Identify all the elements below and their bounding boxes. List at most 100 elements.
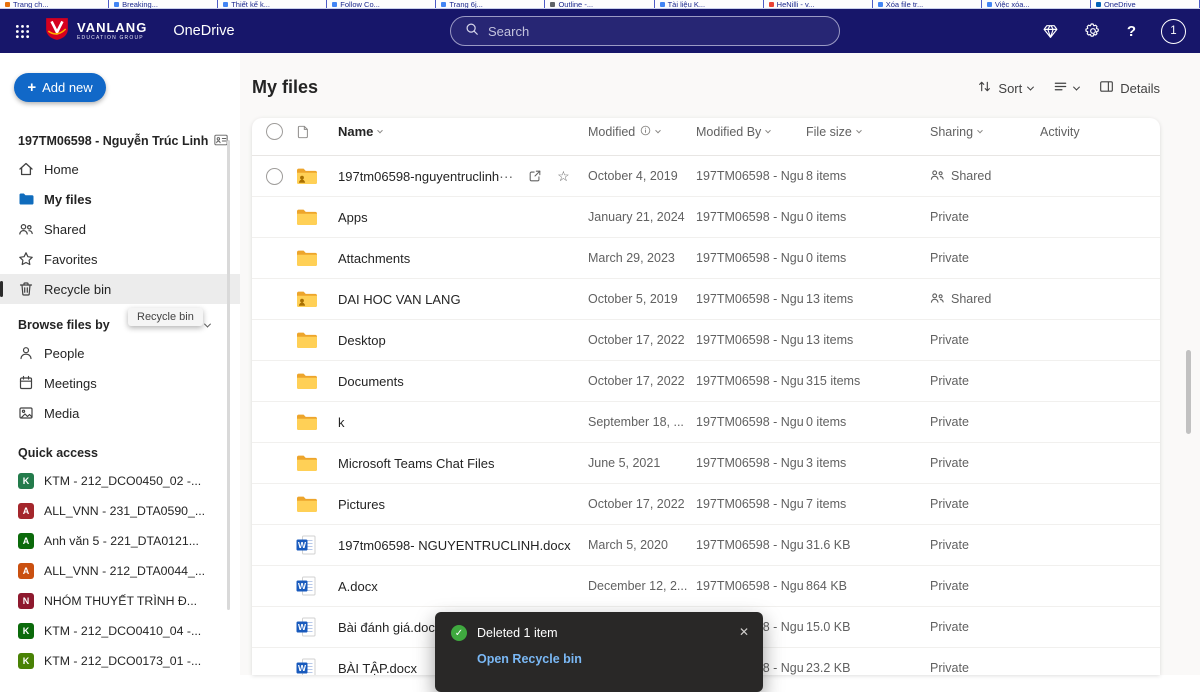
- modified-cell: October 17, 2022: [588, 497, 696, 511]
- help-icon[interactable]: ?: [1127, 23, 1136, 40]
- file-name-cell[interactable]: 197tm06598-nguyentruclinh···☆: [322, 169, 588, 184]
- sharing-cell[interactable]: Private: [930, 210, 1040, 224]
- sidebar-item-media[interactable]: Media: [0, 398, 240, 428]
- table-row[interactable]: AppsJanuary 21, 2024197TM06598 - Ngu0 it…: [252, 197, 1160, 238]
- settings-gear-icon[interactable]: [1084, 22, 1102, 40]
- file-name-cell[interactable]: Desktop: [322, 333, 588, 348]
- table-row[interactable]: AttachmentsMarch 29, 2023197TM06598 - Ng…: [252, 238, 1160, 279]
- sidebar-item-people[interactable]: People: [0, 338, 240, 368]
- column-header-name[interactable]: Name: [322, 124, 588, 139]
- table-row[interactable]: 197tm06598-nguyentruclinh···☆October 4, …: [252, 156, 1160, 197]
- file-size-cell: 13 items: [806, 333, 930, 347]
- file-name-cell[interactable]: Microsoft Teams Chat Files: [322, 456, 588, 471]
- table-row[interactable]: PicturesOctober 17, 2022197TM06598 - Ngu…: [252, 484, 1160, 525]
- sharing-cell[interactable]: Private: [930, 333, 1040, 347]
- folder-icon: [296, 331, 322, 349]
- browse-files-by-header[interactable]: Browse files by: [0, 312, 240, 338]
- browser-tab[interactable]: Follow Co...: [327, 0, 436, 8]
- sharing-cell[interactable]: Private: [930, 579, 1040, 593]
- table-row[interactable]: DesktopOctober 17, 2022197TM06598 - Ngu1…: [252, 320, 1160, 361]
- file-name-cell[interactable]: Attachments: [322, 251, 588, 266]
- table-row[interactable]: DAI HOC VAN LANGOctober 5, 2019197TM0659…: [252, 279, 1160, 320]
- column-header-file-size[interactable]: File size: [806, 125, 930, 139]
- file-name-cell[interactable]: Documents: [322, 374, 588, 389]
- browser-tab[interactable]: Trang 6j...: [436, 0, 545, 8]
- browser-tab[interactable]: Việc xóa...: [982, 0, 1091, 8]
- sharing-cell[interactable]: Private: [930, 456, 1040, 470]
- browser-tab[interactable]: OneDrive: [1091, 0, 1200, 8]
- column-header-sharing[interactable]: Sharing: [930, 125, 1040, 139]
- modified-by-cell: 197TM06598 - Ngu: [696, 415, 806, 429]
- chevron-down-icon: [378, 127, 384, 133]
- favorite-star-icon[interactable]: ☆: [557, 169, 570, 183]
- account-avatar[interactable]: 1: [1161, 19, 1186, 44]
- sharing-cell[interactable]: Private: [930, 538, 1040, 552]
- table-row[interactable]: DocumentsOctober 17, 2022197TM06598 - Ng…: [252, 361, 1160, 402]
- browser-tab[interactable]: HeNilli - v...: [764, 0, 873, 8]
- modified-cell: October 17, 2022: [588, 333, 696, 347]
- select-all-checkbox[interactable]: [266, 123, 283, 140]
- sharing-cell[interactable]: Private: [930, 415, 1040, 429]
- tab-label: Trang ch...: [13, 0, 49, 8]
- file-name-cell[interactable]: DAI HOC VAN LANG: [322, 292, 588, 307]
- quick-access-item[interactable]: KKTM - 212_DCO0410_04 -...: [0, 616, 240, 646]
- sharing-cell[interactable]: Private: [930, 661, 1040, 675]
- quick-access-item[interactable]: KKTM - 212_DCO0450_02 -...: [0, 466, 240, 496]
- sidebar-item-my-files[interactable]: My files: [0, 184, 240, 214]
- window-scrollbar[interactable]: [1186, 350, 1191, 434]
- search-input[interactable]: [488, 24, 825, 39]
- browser-tab[interactable]: Xóa file tr...: [873, 0, 982, 8]
- quick-access-item[interactable]: AALL_VNN - 212_DTA0044_...: [0, 556, 240, 586]
- sharing-cell[interactable]: Private: [930, 374, 1040, 388]
- modified-cell: March 29, 2023: [588, 251, 696, 265]
- quick-access-item[interactable]: AAnh văn 5 - 221_DTA0121...: [0, 526, 240, 556]
- brand-name: VANLANG: [77, 21, 147, 34]
- browser-tab[interactable]: Outline -...: [545, 0, 654, 8]
- quick-access-item[interactable]: AALL_VNN - 231_DTA0590_...: [0, 496, 240, 526]
- table-row[interactable]: kSeptember 18, ...197TM06598 - Ngu0 item…: [252, 402, 1160, 443]
- open-recycle-bin-link[interactable]: Open Recycle bin: [477, 652, 747, 666]
- premium-diamond-icon[interactable]: [1042, 23, 1059, 40]
- column-header-modified-by[interactable]: Modified By: [696, 125, 806, 139]
- browser-tab[interactable]: Trang ch...: [0, 0, 109, 8]
- quick-access-item[interactable]: NNHÓM THUYẾT TRÌNH Đ...: [0, 586, 240, 616]
- table-row[interactable]: Microsoft Teams Chat FilesJune 5, 202119…: [252, 443, 1160, 484]
- sidebar-item-meetings[interactable]: Meetings: [0, 368, 240, 398]
- more-options-icon[interactable]: ···: [499, 169, 513, 183]
- quick-access-item[interactable]: KKTM - 212_DCO0173_01 -...: [0, 646, 240, 676]
- details-button[interactable]: Details: [1099, 79, 1160, 97]
- file-name-cell[interactable]: Pictures: [322, 497, 588, 512]
- column-header-activity[interactable]: Activity: [1040, 125, 1160, 139]
- shared-people-icon: [930, 292, 945, 307]
- sharing-cell[interactable]: Private: [930, 251, 1040, 265]
- file-name-cell[interactable]: A.docx: [322, 579, 588, 594]
- file-name-cell[interactable]: Apps: [322, 210, 588, 225]
- row-checkbox[interactable]: [266, 168, 283, 185]
- table-row[interactable]: W197tm06598- NGUYENTRUCLINH.docxMarch 5,…: [252, 525, 1160, 566]
- search-box[interactable]: [450, 16, 840, 46]
- browser-tab[interactable]: Thiết kế k...: [218, 0, 327, 8]
- app-launcher-waffle-icon[interactable]: [0, 9, 44, 53]
- file-name-cell[interactable]: k: [322, 415, 588, 430]
- file-name: Apps: [338, 210, 368, 225]
- file-name-cell[interactable]: 197tm06598- NGUYENTRUCLINH.docx: [322, 538, 588, 553]
- table-row[interactable]: WA.docxDecember 12, 2...197TM06598 - Ngu…: [252, 566, 1160, 607]
- sharing-cell[interactable]: Shared: [930, 169, 1040, 184]
- browser-tab[interactable]: Tài liệu K...: [655, 0, 764, 8]
- share-icon[interactable]: [528, 169, 542, 183]
- sidebar-scrollbar[interactable]: [227, 140, 230, 610]
- sidebar-item-shared[interactable]: Shared: [0, 214, 240, 244]
- sidebar-item-home[interactable]: Home: [0, 154, 240, 184]
- toast-close-icon[interactable]: ✕: [739, 625, 749, 639]
- sharing-cell[interactable]: Private: [930, 620, 1040, 634]
- add-new-button[interactable]: + Add new: [14, 73, 106, 102]
- view-options-button[interactable]: [1053, 79, 1079, 97]
- sort-button[interactable]: Sort: [977, 79, 1033, 97]
- column-header-modified[interactable]: Modified: [588, 125, 696, 139]
- browser-tab[interactable]: Breaking...: [109, 0, 218, 8]
- sharing-cell[interactable]: Shared: [930, 292, 1040, 307]
- sidebar-item-favorites[interactable]: Favorites: [0, 244, 240, 274]
- sidebar-item-recycle-bin[interactable]: Recycle bin: [0, 274, 240, 304]
- sharing-cell[interactable]: Private: [930, 497, 1040, 511]
- file-name: DAI HOC VAN LANG: [338, 292, 461, 307]
